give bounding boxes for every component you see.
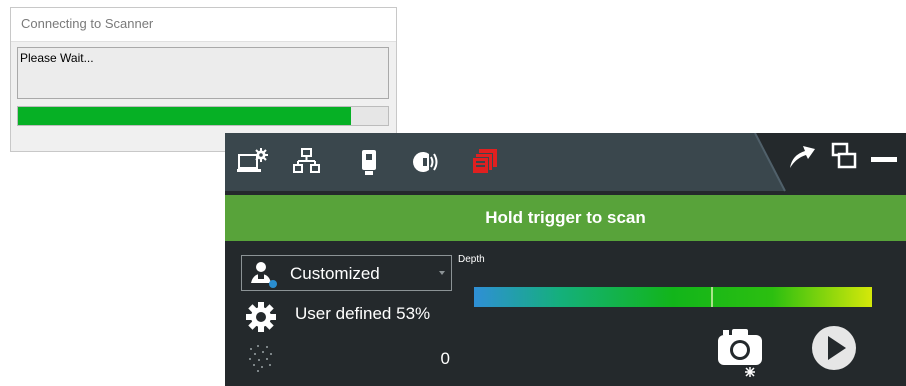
play-button[interactable]: [811, 325, 857, 376]
status-message: Please Wait...: [17, 47, 389, 99]
scanner-device-icon[interactable]: [359, 147, 389, 177]
laptop-settings-icon[interactable]: [237, 147, 268, 177]
user-profile-icon: [248, 259, 278, 294]
depth-label: Depth: [458, 254, 485, 265]
stacked-documents-icon[interactable]: [471, 147, 501, 177]
point-count-value: 0: [440, 349, 450, 368]
minimize-icon[interactable]: [869, 141, 899, 176]
depth-gradient-bar: [474, 287, 872, 307]
banner-text: Hold trigger to scan: [485, 208, 646, 227]
chevron-down-icon: [439, 271, 445, 275]
share-arrow-icon[interactable]: [787, 141, 817, 176]
toolbar: [225, 133, 906, 193]
connecting-dialog: Connecting to Scanner Please Wait...: [10, 7, 397, 152]
resolution-row[interactable]: User defined 53%: [245, 301, 430, 333]
progress-bar: [17, 106, 389, 126]
restore-windows-icon[interactable]: [831, 141, 857, 176]
camera-icon: [718, 329, 762, 377]
profile-selected-value: Customized: [290, 264, 380, 283]
camera-button[interactable]: [715, 327, 769, 384]
play-icon: [812, 326, 856, 370]
status-banner: Hold trigger to scan: [225, 195, 906, 241]
gear-icon: [246, 302, 276, 332]
progress-bar-fill: [18, 107, 351, 125]
network-icon[interactable]: [293, 147, 323, 177]
dialog-title: Connecting to Scanner: [21, 16, 154, 31]
resolution-label: User defined 53%: [295, 304, 431, 323]
wireless-signal-icon[interactable]: [411, 147, 441, 177]
profile-dropdown[interactable]: Customized: [241, 255, 452, 291]
point-cloud-icon: [247, 343, 277, 378]
scanner-panel: Hold trigger to scan Customized User def…: [225, 133, 906, 386]
